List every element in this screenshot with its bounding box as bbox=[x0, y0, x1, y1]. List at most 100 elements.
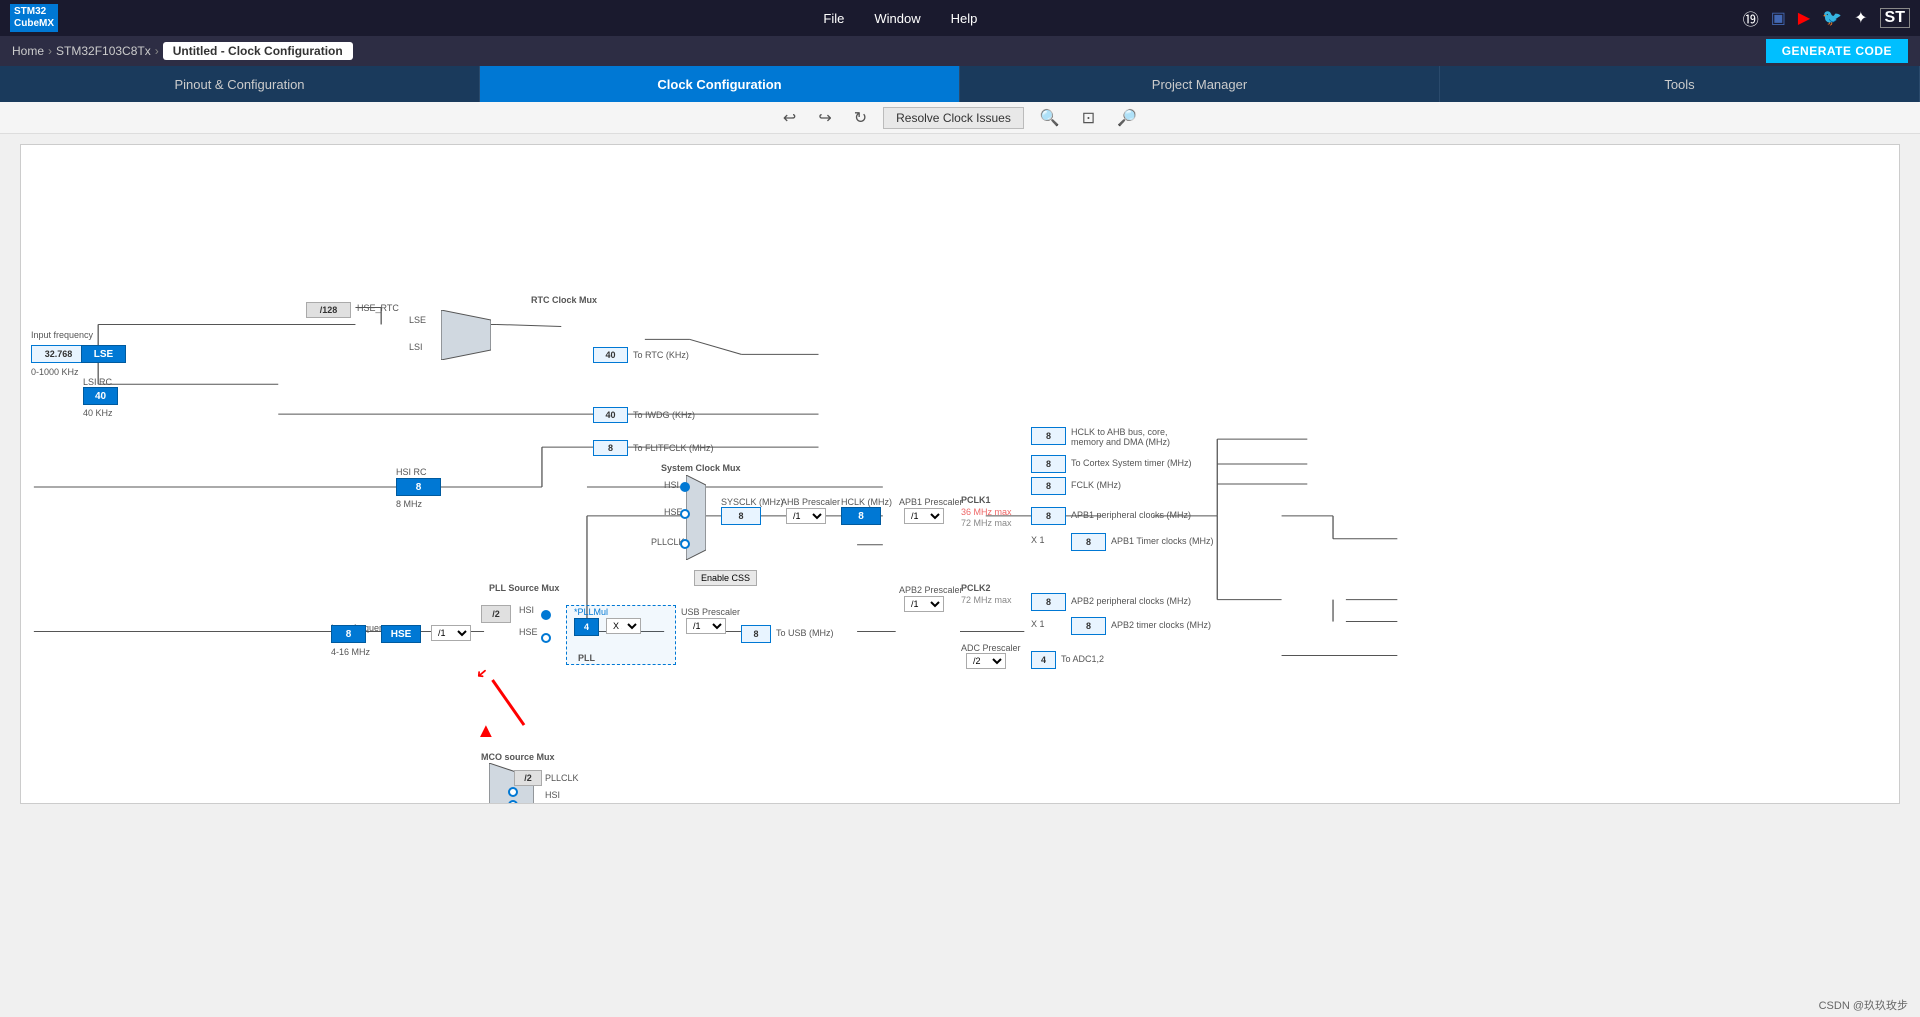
hse-input-value[interactable]: 8 bbox=[331, 625, 366, 643]
lsi-conn-label: LSI bbox=[409, 342, 423, 352]
x1-apb1: X 1 bbox=[1031, 535, 1045, 545]
pll-div2-box[interactable]: /2 bbox=[481, 605, 511, 623]
redo-button[interactable]: ↪ bbox=[812, 106, 837, 130]
adc-pre-select[interactable]: /2/4/6/8 bbox=[966, 653, 1006, 669]
pll-hse-radio[interactable] bbox=[541, 633, 551, 643]
sysclk-label: SYSCLK (MHz) bbox=[721, 497, 784, 507]
pll-hsi-label: HSI bbox=[519, 605, 534, 615]
breadcrumb-chip[interactable]: STM32F103C8Tx bbox=[56, 44, 151, 58]
apb2-timer-value[interactable]: 8 bbox=[1071, 617, 1106, 635]
hclk-label: HCLK (MHz) bbox=[841, 497, 892, 507]
pll-mul-label: *PLLMul bbox=[574, 607, 608, 617]
hsi-rc-label: HSI RC bbox=[396, 467, 427, 477]
pll-hsi-radio[interactable] bbox=[541, 610, 551, 620]
apb2-periph-label: APB2 peripheral clocks (MHz) bbox=[1071, 596, 1191, 606]
hse-128-box[interactable]: /128 bbox=[306, 302, 351, 318]
sys-clk-mux-label: System Clock Mux bbox=[661, 463, 741, 473]
cortex-timer-value[interactable]: 8 bbox=[1031, 455, 1066, 473]
hse-range-label: 4-16 MHz bbox=[331, 647, 370, 657]
hse-box[interactable]: HSE bbox=[381, 625, 421, 643]
apb1-periph-value[interactable]: 8 bbox=[1031, 507, 1066, 525]
pll-label: PLL bbox=[578, 653, 595, 663]
apb1-periph-label: APB1 peripheral clocks (MHz) bbox=[1071, 510, 1191, 520]
pclk2-label: PCLK2 bbox=[961, 583, 991, 593]
pll-mul-value[interactable]: 4 bbox=[574, 618, 599, 636]
mco-hsi-radio[interactable] bbox=[508, 787, 518, 797]
hsi-mhz-label: 8 MHz bbox=[396, 499, 422, 509]
input-freq-label: Input frequency bbox=[31, 330, 93, 340]
pllclk-radio[interactable] bbox=[680, 539, 690, 549]
adc-pre-label: ADC Prescaler bbox=[961, 643, 1021, 653]
menu-window[interactable]: Window bbox=[874, 11, 920, 26]
pclk1-36: 36 MHz max bbox=[961, 507, 1012, 517]
adc-value[interactable]: 4 bbox=[1031, 651, 1056, 669]
zoom-out-button[interactable]: 🔎 bbox=[1111, 106, 1143, 130]
hsi-mux-label: HSI bbox=[664, 480, 679, 490]
to-usb-value[interactable]: 8 bbox=[741, 625, 771, 643]
pclk1-72: 72 MHz max bbox=[961, 518, 1012, 528]
icon-facebook: ▣ bbox=[1771, 8, 1786, 28]
icon-twitter: 🐦 bbox=[1822, 8, 1842, 28]
tab-clock[interactable]: Clock Configuration bbox=[480, 66, 960, 102]
breadcrumb-home[interactable]: Home bbox=[12, 44, 44, 58]
arrow-head: ▲ bbox=[476, 720, 496, 743]
fclk-value[interactable]: 8 bbox=[1031, 477, 1066, 495]
hclk-ahb-value[interactable]: 8 bbox=[1031, 427, 1066, 445]
logo-box: STM32 CubeMX bbox=[10, 4, 58, 32]
apb2-pre-select[interactable]: /1/2 bbox=[904, 596, 944, 612]
tab-tools[interactable]: Tools bbox=[1440, 66, 1920, 102]
resolve-clock-button[interactable]: Resolve Clock Issues bbox=[883, 107, 1024, 129]
ahb-pre-select[interactable]: /1/2/4 bbox=[786, 508, 826, 524]
to-iwdg-value[interactable]: 40 bbox=[593, 407, 628, 423]
ahb-pre-label: AHB Prescaler bbox=[781, 497, 840, 507]
social-icons: ⑲ ▣ ▶ 🐦 ✦ ST bbox=[1743, 6, 1910, 30]
footer: CSDN @玖玖玫步 bbox=[0, 993, 1920, 1017]
adc-label: To ADC1,2 bbox=[1061, 654, 1104, 664]
pclk2-72: 72 MHz max bbox=[961, 595, 1012, 605]
mco-div2-box[interactable]: /2 bbox=[514, 770, 542, 786]
mco-hsi: HSI bbox=[545, 790, 560, 800]
enable-css-button[interactable]: Enable CSS bbox=[694, 570, 757, 586]
to-rtc-label: To RTC (KHz) bbox=[633, 350, 689, 360]
tab-pinout[interactable]: Pinout & Configuration bbox=[0, 66, 480, 102]
lsi-rc-label: LSI RC bbox=[83, 377, 112, 387]
apb1-timer-value[interactable]: 8 bbox=[1071, 533, 1106, 551]
menu-help[interactable]: Help bbox=[951, 11, 978, 26]
to-rtc-value[interactable]: 40 bbox=[593, 347, 628, 363]
hse-div-select[interactable]: /1/2 bbox=[431, 625, 471, 641]
icon-star: ✦ bbox=[1854, 8, 1867, 28]
tab-project-manager[interactable]: Project Manager bbox=[960, 66, 1440, 102]
lse-box[interactable]: LSE bbox=[81, 345, 126, 363]
usb-pre-select[interactable]: /1/1.5 bbox=[686, 618, 726, 634]
fclk-label: FCLK (MHz) bbox=[1071, 480, 1121, 490]
to-usb-label: To USB (MHz) bbox=[776, 628, 834, 638]
apb2-timer-label: APB2 timer clocks (MHz) bbox=[1111, 620, 1211, 630]
pll-x2-select[interactable]: X 2X 3X 4 bbox=[606, 618, 641, 634]
apb2-periph-value[interactable]: 8 bbox=[1031, 593, 1066, 611]
pclk1-label: PCLK1 bbox=[961, 495, 991, 505]
toolbar: ↩ ↪ ↻ Resolve Clock Issues 🔍 ⊡ 🔎 bbox=[0, 102, 1920, 134]
generate-code-button[interactable]: GENERATE CODE bbox=[1766, 39, 1908, 63]
to-flit-value[interactable]: 8 bbox=[593, 440, 628, 456]
undo-button[interactable]: ↩ bbox=[777, 106, 802, 130]
lsi-value[interactable]: 40 bbox=[83, 387, 118, 405]
menu-file[interactable]: File bbox=[823, 11, 844, 26]
main-area: Input frequency 32.768 0-1000 KHz LSE LS… bbox=[0, 134, 1920, 993]
input-freq-value[interactable]: 32.768 bbox=[31, 345, 86, 363]
breadcrumb: Home › STM32F103C8Tx › Untitled - Clock … bbox=[0, 36, 1920, 66]
hsi-radio[interactable] bbox=[680, 482, 690, 492]
mco-hse-radio[interactable] bbox=[508, 800, 518, 804]
hsi-value[interactable]: 8 bbox=[396, 478, 441, 496]
refresh-button[interactable]: ↻ bbox=[848, 106, 873, 130]
icon-youtube: ▶ bbox=[1798, 8, 1810, 28]
tab-bar: Pinout & Configuration Clock Configurati… bbox=[0, 66, 1920, 102]
sysclk-value[interactable]: 8 bbox=[721, 507, 761, 525]
breadcrumb-active: Untitled - Clock Configuration bbox=[163, 42, 353, 60]
hse-radio[interactable] bbox=[680, 509, 690, 519]
zoom-in-button[interactable]: 🔍 bbox=[1034, 106, 1066, 130]
fit-button[interactable]: ⊡ bbox=[1076, 106, 1101, 130]
apb1-pre-select[interactable]: /1/2 bbox=[904, 508, 944, 524]
hclk-ahb-label: HCLK to AHB bus, core, memory and DMA (M… bbox=[1071, 427, 1171, 447]
hclk-value[interactable]: 8 bbox=[841, 507, 881, 525]
hse-rtc-label: HSE_RTC bbox=[357, 303, 399, 313]
